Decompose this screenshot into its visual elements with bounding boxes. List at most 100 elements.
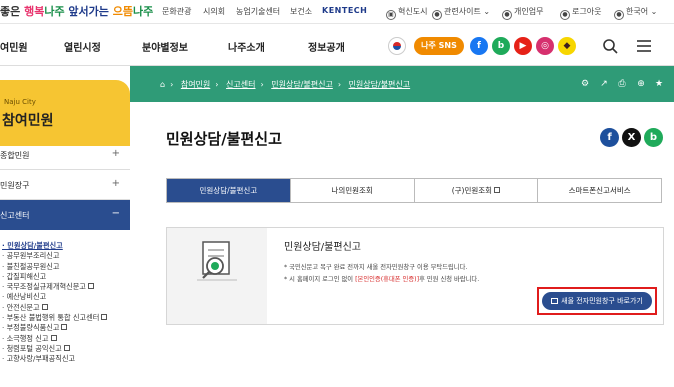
submenu-item[interactable]: · 예산낭비신고 [0,292,130,302]
sidebar-header: Naju City 참여민원 [0,80,130,146]
plus-icon: + [111,178,120,189]
saeol-portal-button[interactable]: 새올 전자민원창구 바로가기 [542,292,652,310]
blog-share-icon[interactable]: b [644,128,663,147]
nav-item-open-admin[interactable]: 열린시정 [64,39,101,54]
blog-icon[interactable]: b [492,37,510,55]
share-icon[interactable]: ↗ [599,79,609,89]
settings-icon[interactable]: ⚙ [580,79,590,89]
language-dropdown[interactable]: ● 한국어 ⌄ [614,6,657,20]
card-note: * 시 홈페이지 로그인 없이 [본인인증(휴대폰 인증)]후 민원 신청 바랍… [284,274,479,283]
zoom-icon[interactable]: ⊕ [636,79,646,89]
menu-icon[interactable] [636,38,652,54]
external-link-icon [87,283,94,290]
sidebar-item-civil-window[interactable]: 민원장구 + [0,170,130,200]
submenu-item[interactable]: · 갑질피해신고 [0,272,130,282]
external-link-icon [494,187,501,193]
korea-flag-icon[interactable] [388,37,406,55]
link-personal-work[interactable]: ● 개인업무 [502,6,543,20]
card-title: 민원상담/불편신고 [284,242,361,253]
facebook-icon[interactable]: f [470,37,488,55]
innovation-icon: ▣ [386,10,396,20]
star-icon[interactable]: ★ [654,79,664,89]
sidebar-item-general-civil[interactable]: 종합민원 + [0,140,130,170]
nav-item-info-disclosure[interactable]: 정보공개 [308,39,345,54]
link-culture-tour[interactable]: 문화관광 [162,6,191,17]
submenu-label: · 국무조정실규제개혁신문고 [2,282,86,292]
submenu-item[interactable]: · 고향사랑/부패공직신고 [0,354,130,364]
search-icon[interactable] [602,38,618,54]
sidebar-item-label: 민원장구 [0,181,30,190]
submenu-item[interactable]: · 안전신문고 [0,303,130,313]
submenu-item[interactable]: · 청렴포털 공익신고 [0,344,130,354]
submenu-label: · 부동산 불법행위 통합 신고센터 [2,313,100,323]
link-kentech[interactable]: KENTECH [322,6,367,15]
external-link-icon [50,334,57,341]
sidebar-submenu: · 민원상담/불편신고 · 공무원부조리신고 · 불친절공무원신고 · 갑질피해… [0,241,130,365]
instagram-icon[interactable]: ◎ [536,37,554,55]
link-label: 혁신도시 [398,7,428,16]
sidebar-item-report-center[interactable]: 신고센터 − [0,200,130,230]
breadcrumb: ⌂ › 참여민원 › 신고센터 › 민원상담/불편신고 › 민원상담/불편신고 [160,79,410,90]
submenu-item[interactable]: · 부동산 불법행위 통합 신고센터 [0,313,130,323]
submenu-item[interactable]: · 공무원부조리신고 [0,251,130,261]
breadcrumb-item[interactable]: 민원상담/불편신고 [271,80,333,89]
submenu-item[interactable]: · 소극행정 신고 [0,334,130,344]
chevron-down-icon: ⌄ [483,7,491,16]
youtube-icon[interactable]: ▶ [514,37,532,55]
plus-icon: + [111,148,120,159]
sidebar-item-label: 종합민원 [0,151,30,160]
submenu-item[interactable]: · 민원상담/불편신고 [0,241,130,251]
slogan-part: 나주 [44,5,65,18]
nav-item-field-info[interactable]: 분야별정보 [142,39,188,54]
facebook-share-icon[interactable]: f [600,128,619,147]
external-link-icon [41,303,48,310]
tab-smartphone-report[interactable]: 스마트폰신고서비스 [537,179,661,202]
external-link-icon [101,314,108,321]
nav-item-participation[interactable]: 여민원 [0,39,28,54]
x-share-icon[interactable]: X [622,128,641,147]
submenu-label: · 청렴포털 공익신고 [2,343,62,353]
naju-sns-button[interactable]: 나주 SNS [414,37,464,55]
link-council[interactable]: 시의회 [203,6,225,17]
document-search-icon [197,241,237,281]
slogan-part: 나주 [132,5,154,18]
link-agri-center[interactable]: 농업기술센터 [236,6,280,17]
globe-icon: ● [614,10,624,20]
tab-old-civil-lookup[interactable]: (구)민원조회 [413,179,538,202]
home-icon[interactable]: ⌂ [160,80,165,89]
globe-icon: ● [432,10,442,20]
breadcrumb-separator: › [215,80,219,89]
logout-link[interactable]: ● 로그아웃 [560,6,601,20]
tab-civil-consult[interactable]: 민원상담/불편신고 [167,179,290,202]
slogan-part: 앞서가는 [64,5,113,18]
slogan-part: 행복 [24,5,45,18]
submenu-label: · 안전신문고 [2,302,40,312]
submenu-label: · 부정불량식품신고 [2,323,60,333]
link-label: 관련사이트 [444,7,481,16]
print-icon[interactable]: ⎙ [617,79,627,89]
link-health-center[interactable]: 보건소 [290,6,312,17]
breadcrumb-separator: › [170,80,174,89]
window-icon [551,298,559,304]
submenu-item[interactable]: · 국무조정실규제개혁신문고 [0,282,130,292]
slogan-part: 좋은 [0,5,25,18]
nav-item-naju-intro[interactable]: 나주소개 [228,39,265,54]
kakao-icon[interactable]: ◆ [558,37,576,55]
button-label: 새올 전자민원창구 바로가기 [561,297,643,305]
tab-my-civil-lookup[interactable]: 나의민원조회 [289,179,414,202]
card-icon-area [167,228,267,324]
content-tabs: 민원상담/불편신고 나의민원조회 (구)민원조회 스마트폰신고서비스 [166,178,662,203]
breadcrumb-item[interactable]: 참여민원 [181,80,210,89]
breadcrumb-separator: › [337,80,342,89]
related-sites-dropdown[interactable]: ● 관련사이트 ⌄ [432,6,490,20]
submenu-item[interactable]: · 부정불량식품신고 [0,323,130,333]
user-icon: ● [502,10,512,20]
note-text: 후 민원 신청 바랍니다. [419,276,480,283]
breadcrumb-item[interactable]: 신고센터 [226,80,255,89]
link-innovation-city[interactable]: ▣ 혁신도시 [386,6,427,20]
utility-bar: 좋은 행복나주 앞서가는 으뜸나주 문화관광 시의회 농업기술센터 보건소 KE… [0,0,674,24]
breadcrumb-item[interactable]: 민원상담/불편신고 [349,80,411,89]
sidebar-header-title: 참여민원 [2,113,54,129]
external-link-icon [61,324,68,331]
submenu-item[interactable]: · 불친절공무원신고 [0,262,130,272]
